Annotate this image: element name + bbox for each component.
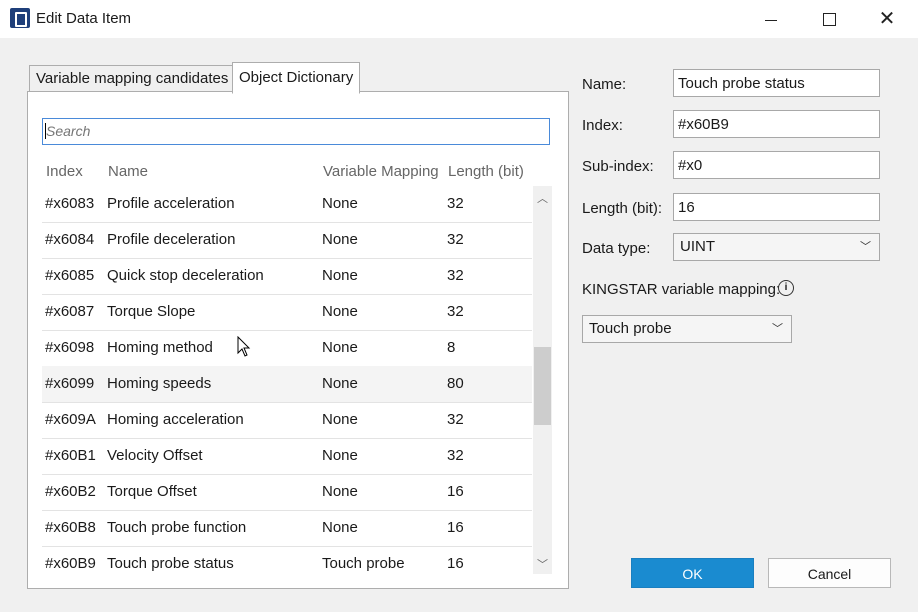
cell-name: Homing speeds <box>107 375 212 392</box>
column-header-name[interactable]: Name <box>108 163 148 180</box>
cell-index: #x6083 <box>45 195 95 212</box>
cell-mapping: None <box>322 375 358 392</box>
cell-mapping: None <box>322 195 358 212</box>
scrollbar-thumb[interactable] <box>534 347 551 425</box>
kingstar-mapping-value: Touch probe <box>589 320 672 337</box>
subindex-label: Sub-index: <box>582 158 654 175</box>
cell-name: Torque Slope <box>107 303 196 320</box>
close-button[interactable]: ✕ <box>864 0 910 38</box>
cell-length: 80 <box>447 375 464 392</box>
cell-name: Homing acceleration <box>107 411 244 428</box>
cell-length: 8 <box>447 339 456 356</box>
cell-name: Quick stop deceleration <box>107 267 264 284</box>
table-row[interactable]: #x6099 Homing speeds None 80 <box>42 366 532 403</box>
name-field[interactable]: Touch probe status <box>673 69 880 97</box>
info-icon[interactable]: i <box>778 280 794 296</box>
cell-index: #x6099 <box>45 375 95 392</box>
subindex-field[interactable]: #x0 <box>673 151 880 179</box>
search-input[interactable] <box>42 118 550 145</box>
cell-mapping: Touch probe <box>322 555 405 572</box>
datatype-label: Data type: <box>582 240 651 257</box>
cell-length: 16 <box>447 555 464 572</box>
cancel-button[interactable]: Cancel <box>768 558 891 588</box>
tab-variable-mapping-candidates[interactable]: Variable mapping candidates <box>29 65 236 93</box>
cell-name: Touch probe status <box>107 555 234 572</box>
table-row[interactable]: #x60B8 Touch probe function None 16 <box>42 510 532 547</box>
cell-name: Profile deceleration <box>107 231 236 248</box>
cell-name: Homing method <box>107 339 213 356</box>
scroll-up-icon[interactable]: ︿ <box>537 190 548 206</box>
cell-mapping: None <box>322 519 358 536</box>
table-row[interactable]: #x60B2 Torque Offset None 16 <box>42 474 532 511</box>
table-row[interactable]: #x60B1 Velocity Offset None 32 <box>42 438 532 475</box>
cell-mapping: None <box>322 483 358 500</box>
table-row-selected[interactable]: #x60B9 Touch probe status Touch probe 16 <box>42 546 532 574</box>
name-label: Name: <box>582 76 627 93</box>
scroll-down-icon[interactable]: ﹀ <box>537 556 548 572</box>
window-title: Edit Data Item <box>36 10 132 27</box>
tab-object-dictionary[interactable]: Object Dictionary <box>232 62 361 94</box>
cell-length: 32 <box>447 447 464 464</box>
minimize-icon <box>765 19 777 21</box>
ok-button[interactable]: OK <box>631 558 754 588</box>
cell-index: #x60B1 <box>45 447 96 464</box>
cell-mapping: None <box>322 339 358 356</box>
maximize-button[interactable] <box>806 0 852 38</box>
cell-name: Torque Offset <box>107 483 197 500</box>
table-row[interactable]: #x6083 Profile acceleration None 32 <box>42 186 532 223</box>
table-row[interactable]: #x6085 Quick stop deceleration None 32 <box>42 258 532 295</box>
cell-index: #x6098 <box>45 339 95 356</box>
column-header-index[interactable]: Index <box>46 163 83 180</box>
length-label: Length (bit): <box>582 200 663 217</box>
table-row[interactable]: #x6098 Homing method None 8 <box>42 330 532 367</box>
table-row[interactable]: #x609A Homing acceleration None 32 <box>42 402 532 439</box>
chevron-down-icon: ﹀ <box>772 323 783 335</box>
cell-name: Velocity Offset <box>107 447 203 464</box>
minimize-button[interactable] <box>748 0 794 38</box>
length-field[interactable]: 16 <box>673 193 880 221</box>
text-caret <box>45 123 46 139</box>
cell-length: 16 <box>447 483 464 500</box>
datatype-value: UINT <box>680 238 715 255</box>
cell-length: 16 <box>447 519 464 536</box>
cell-mapping: None <box>322 411 358 428</box>
cell-index: #x60B9 <box>45 555 96 572</box>
cell-name: Profile acceleration <box>107 195 235 212</box>
cell-index: #x6084 <box>45 231 95 248</box>
cell-index: #x60B8 <box>45 519 96 536</box>
cell-length: 32 <box>447 267 464 284</box>
cell-length: 32 <box>447 231 464 248</box>
title-bar: Edit Data Item ✕ <box>0 0 918 38</box>
kingstar-mapping-label: KINGSTAR variable mapping: <box>582 281 781 298</box>
datatype-select[interactable]: UINT ﹀ <box>673 233 880 261</box>
close-icon: ✕ <box>878 8 896 30</box>
cell-length: 32 <box>447 303 464 320</box>
mouse-cursor-icon <box>237 336 251 357</box>
index-field[interactable]: #x60B9 <box>673 110 880 138</box>
cell-index: #x6085 <box>45 267 95 284</box>
cell-length: 32 <box>447 411 464 428</box>
table-scrollbar[interactable]: ︿ ﹀ <box>533 186 552 574</box>
cell-index: #x60B2 <box>45 483 96 500</box>
kingstar-mapping-select[interactable]: Touch probe ﹀ <box>582 315 792 343</box>
cell-mapping: None <box>322 267 358 284</box>
table-row[interactable]: #x6084 Profile deceleration None 32 <box>42 222 532 259</box>
chevron-down-icon: ﹀ <box>860 241 871 253</box>
column-header-variable-mapping[interactable]: Variable Mapping <box>323 163 439 180</box>
cell-mapping: None <box>322 231 358 248</box>
cell-mapping: None <box>322 303 358 320</box>
maximize-icon <box>822 12 836 26</box>
cell-name: Touch probe function <box>107 519 247 536</box>
index-label: Index: <box>582 117 623 134</box>
table-row[interactable]: #x6087 Torque Slope None 32 <box>42 294 532 331</box>
cell-length: 32 <box>447 195 464 212</box>
column-header-length[interactable]: Length (bit) <box>448 163 524 180</box>
cell-mapping: None <box>322 447 358 464</box>
app-icon <box>10 8 30 28</box>
cell-index: #x6087 <box>45 303 95 320</box>
cell-index: #x609A <box>45 411 96 428</box>
